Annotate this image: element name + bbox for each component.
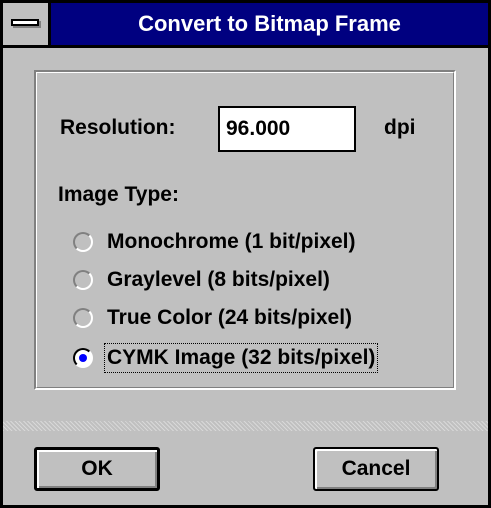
ok-button[interactable]: OK (34, 447, 160, 491)
dialog-title: Convert to Bitmap Frame (138, 11, 401, 36)
radio-option-true-color[interactable]: True Color (24 bits/pixel) (73, 303, 352, 333)
radio-button[interactable] (73, 270, 93, 290)
radio-option-cymk[interactable]: CYMK Image (32 bits/pixel) (73, 343, 379, 373)
radio-option-graylevel[interactable]: Graylevel (8 bits/pixel) (73, 265, 330, 295)
image-type-label: Image Type: (58, 183, 179, 206)
radio-option-monochrome[interactable]: Monochrome (1 bit/pixel) (73, 227, 356, 257)
radio-button-selected[interactable] (73, 348, 93, 368)
radio-button[interactable] (73, 308, 93, 328)
radio-option-label: Graylevel (8 bits/pixel) (107, 268, 330, 291)
radio-option-label: True Color (24 bits/pixel) (107, 306, 353, 329)
cancel-button[interactable]: Cancel (313, 447, 439, 491)
resolution-input[interactable] (218, 106, 356, 152)
resolution-unit-label: dpi (384, 116, 416, 139)
radio-option-label: CYMK Image (32 bits/pixel) (103, 343, 379, 373)
system-menu-button[interactable] (3, 3, 51, 45)
radio-option-label: Monochrome (1 bit/pixel) (107, 230, 356, 253)
radio-button[interactable] (73, 232, 93, 252)
title-bar[interactable]: Convert to Bitmap Frame (3, 3, 488, 48)
resolution-label: Resolution: (60, 116, 176, 139)
button-area-divider (3, 421, 488, 431)
system-menu-icon (11, 19, 39, 26)
dialog-window: Convert to Bitmap Frame Resolution: dpi … (0, 0, 491, 508)
